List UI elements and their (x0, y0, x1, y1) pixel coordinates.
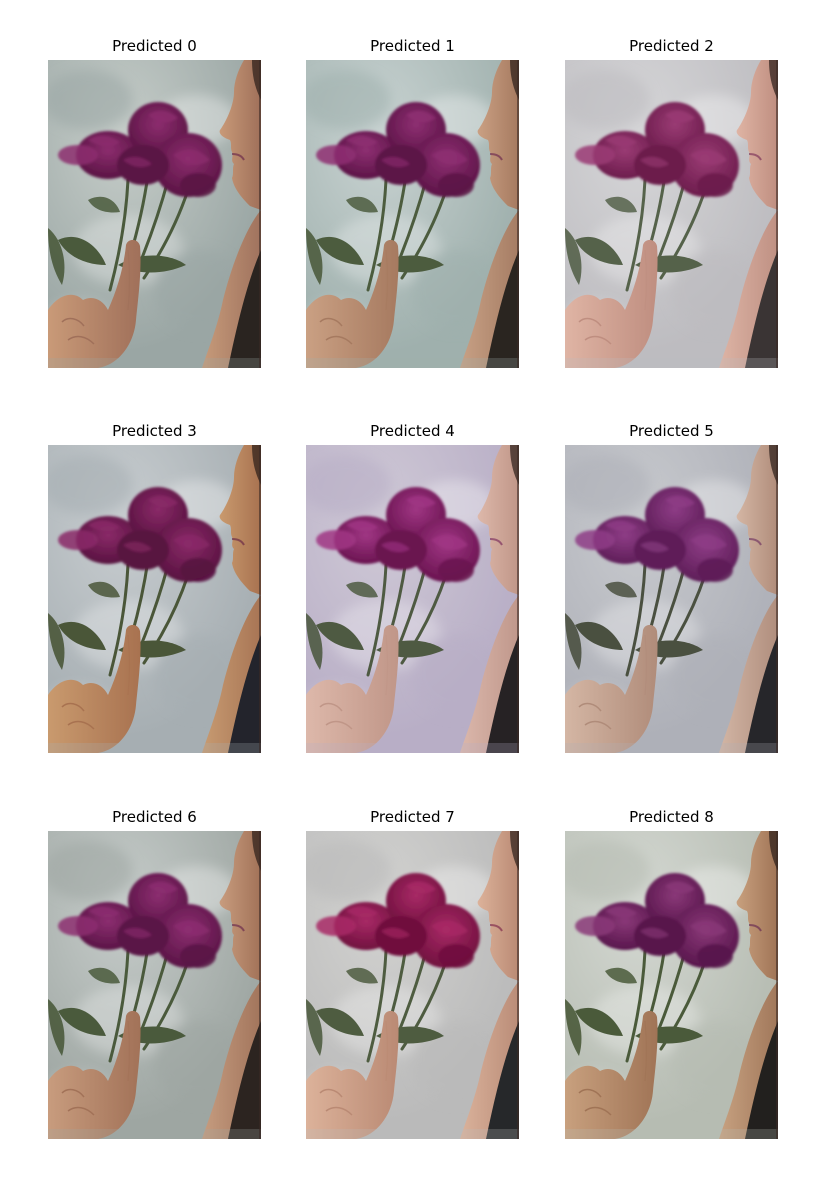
predicted-image (48, 60, 261, 368)
panel-title: Predicted 6 (112, 808, 197, 826)
panel-title: Predicted 5 (629, 422, 714, 440)
predicted-image (565, 831, 778, 1139)
predicted-image (565, 445, 778, 753)
panel-title: Predicted 0 (112, 37, 197, 55)
panel-title: Predicted 4 (370, 422, 455, 440)
predicted-image (306, 831, 519, 1139)
predicted-image (306, 445, 519, 753)
predicted-image (48, 831, 261, 1139)
predicted-image (306, 60, 519, 368)
predicted-image (48, 445, 261, 753)
panel-title: Predicted 3 (112, 422, 197, 440)
panel-title: Predicted 8 (629, 808, 714, 826)
predicted-image (565, 60, 778, 368)
panel-title: Predicted 1 (370, 37, 455, 55)
panel-title: Predicted 7 (370, 808, 455, 826)
panel-title: Predicted 2 (629, 37, 714, 55)
